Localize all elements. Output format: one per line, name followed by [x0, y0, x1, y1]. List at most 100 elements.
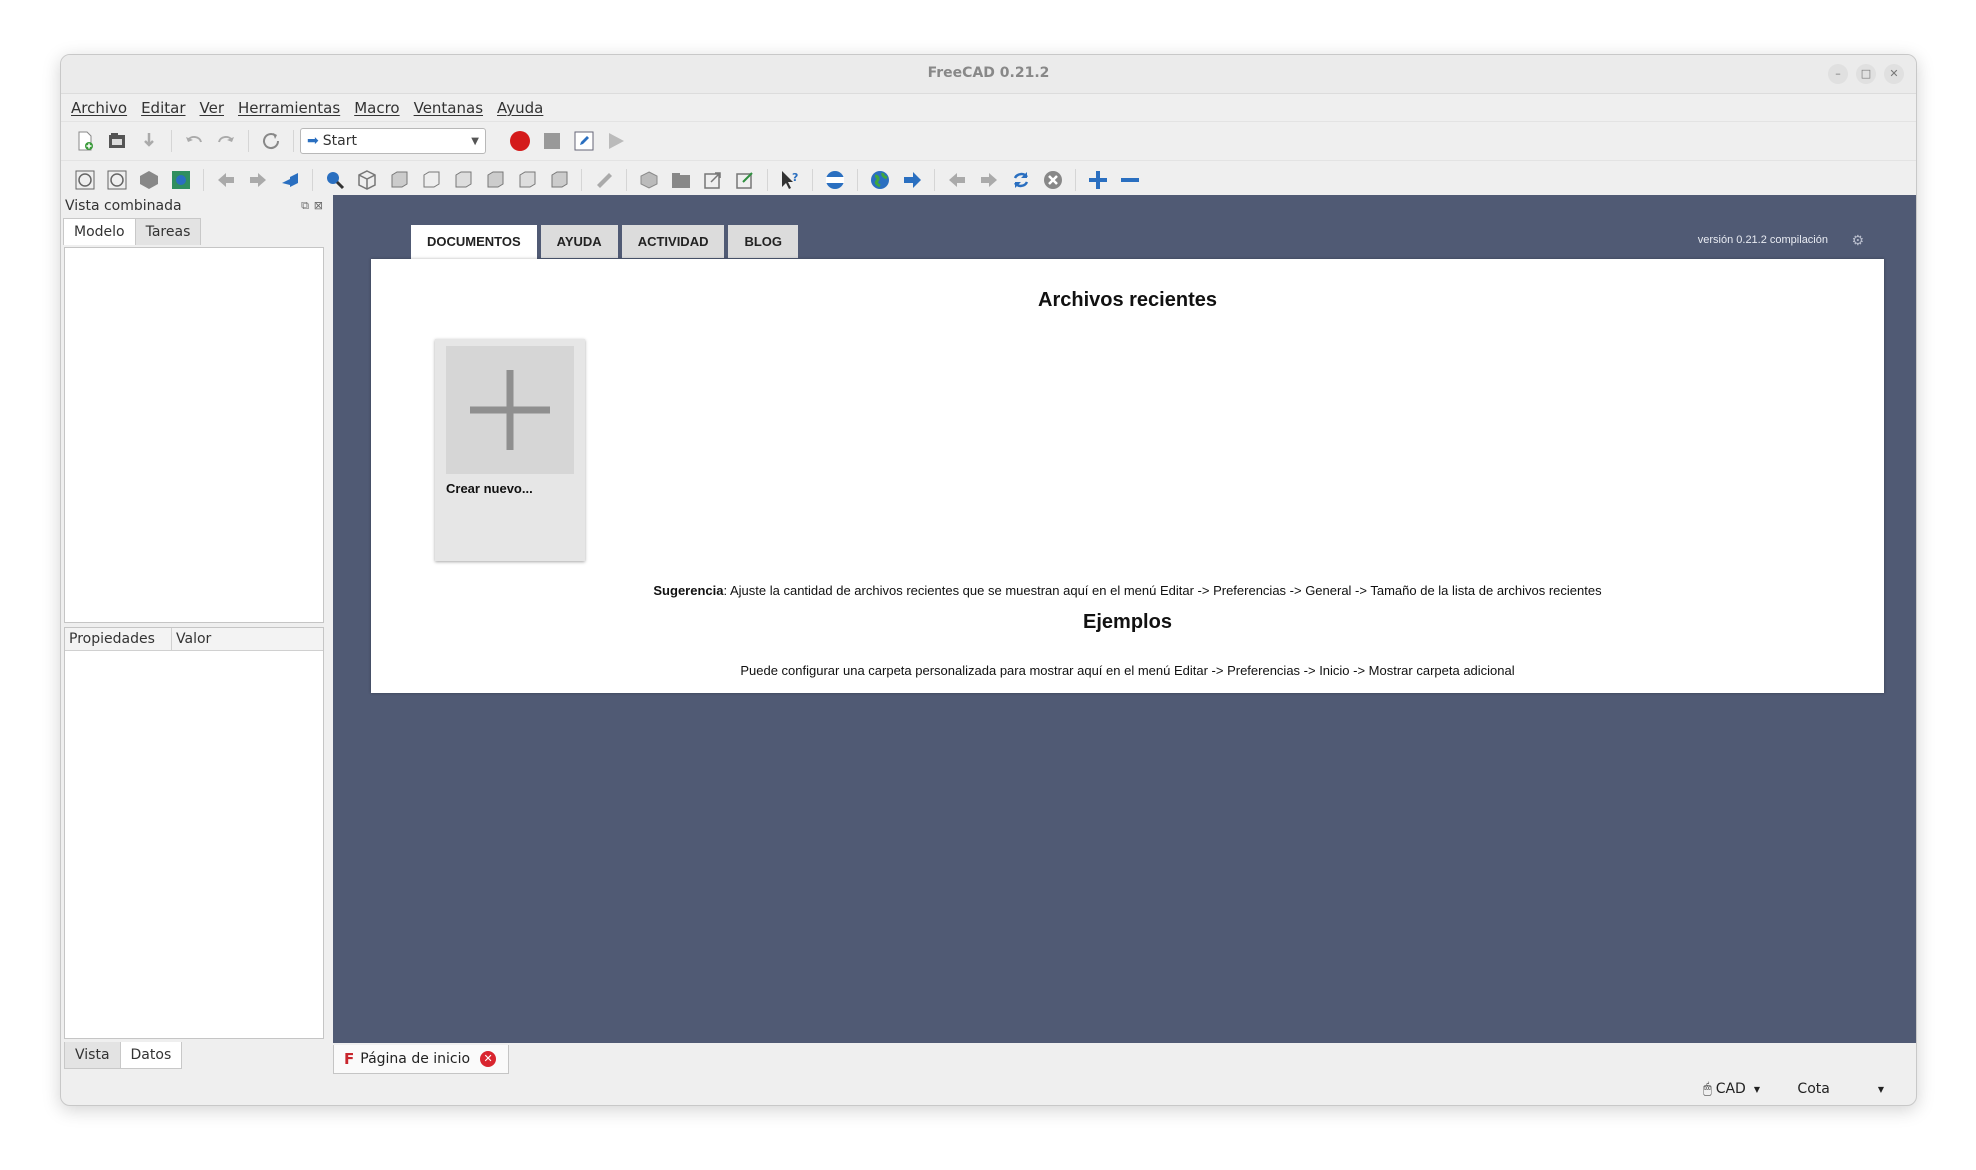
toolbar-separator: [626, 169, 627, 191]
fit-selection-icon[interactable]: [104, 167, 130, 193]
document-tab-label: Página de inicio: [360, 1051, 471, 1067]
forward-arrow-icon[interactable]: [245, 167, 271, 193]
units-selector[interactable]: Cota ▼: [1797, 1081, 1884, 1097]
bottom-view-icon[interactable]: [514, 167, 540, 193]
web-forward-icon[interactable]: [976, 167, 1002, 193]
examples-hint: Puede configurar una carpeta personaliza…: [740, 663, 1515, 678]
open-document-icon[interactable]: [104, 128, 130, 154]
model-tree[interactable]: [64, 247, 324, 623]
plus-icon: [446, 346, 574, 474]
arrow-right-icon: ➡: [307, 133, 319, 149]
create-part-icon[interactable]: [636, 167, 662, 193]
document-tab-start-page[interactable]: F Página de inicio ✕: [333, 1045, 510, 1074]
link-navigation-icon[interactable]: [277, 167, 303, 193]
redo-icon[interactable]: [213, 128, 239, 154]
menu-ver[interactable]: Ver: [200, 99, 225, 117]
globe-icon[interactable]: [867, 167, 893, 193]
menu-herramientas[interactable]: Herramientas: [238, 99, 340, 117]
toolbar-separator: [171, 130, 172, 152]
examples-title: Ejemplos: [1083, 611, 1172, 633]
close-window-button[interactable]: ✕: [1884, 64, 1904, 84]
combo-view-title: Vista combinada ⧉ ⊠: [61, 195, 327, 217]
create-new-card[interactable]: Crear nuevo...: [435, 339, 585, 561]
web-back-icon[interactable]: [944, 167, 970, 193]
bounding-box-icon[interactable]: [168, 167, 194, 193]
navigation-style-label: CAD: [1715, 1081, 1746, 1097]
minimize-button[interactable]: –: [1828, 64, 1848, 84]
menu-ventanas[interactable]: Ventanas: [414, 99, 483, 117]
right-view-icon[interactable]: [450, 167, 476, 193]
refresh-icon[interactable]: [258, 128, 284, 154]
new-document-icon[interactable]: [72, 128, 98, 154]
menu-bar: Archivo Editar Ver Herramientas Macro Ve…: [61, 94, 1916, 121]
web-stop-icon[interactable]: [1040, 167, 1066, 193]
fit-all-icon[interactable]: [72, 167, 98, 193]
web-navigation-icon[interactable]: [822, 167, 848, 193]
tab-modelo[interactable]: Modelo: [63, 218, 136, 245]
make-link-icon[interactable]: [700, 167, 726, 193]
tab-documentos[interactable]: DOCUMENTOS: [411, 225, 537, 259]
isometric-view-icon[interactable]: [354, 167, 380, 193]
freecad-window: FreeCAD 0.21.2 – □ ✕ Archivo Editar Ver …: [60, 54, 1917, 1106]
back-arrow-icon[interactable]: [213, 167, 239, 193]
navigation-style-selector[interactable]: 🖱 CAD ▼: [1703, 1081, 1760, 1097]
property-view-tabs: Vista Datos: [64, 1042, 183, 1069]
units-label: Cota: [1797, 1081, 1830, 1097]
column-valor[interactable]: Valor: [172, 628, 215, 650]
web-refresh-icon[interactable]: [1008, 167, 1034, 193]
tab-datos[interactable]: Datos: [119, 1042, 183, 1069]
toolbar-separator: [1075, 169, 1076, 191]
toolbar-separator: [581, 169, 582, 191]
edit-macro-icon[interactable]: [571, 128, 597, 154]
menu-ayuda[interactable]: Ayuda: [497, 99, 543, 117]
create-group-icon[interactable]: [668, 167, 694, 193]
front-view-icon[interactable]: [386, 167, 412, 193]
create-new-label: Crear nuevo...: [446, 481, 533, 496]
zoom-out-icon[interactable]: [1117, 167, 1143, 193]
svg-text:?: ?: [792, 171, 798, 184]
draw-style-icon[interactable]: [136, 167, 162, 193]
start-page-icon: F: [344, 1050, 355, 1068]
column-propiedades[interactable]: Propiedades: [65, 628, 172, 650]
arrow-right-icon[interactable]: [899, 167, 925, 193]
file-toolbar: ➡ Start ▼: [61, 121, 1916, 160]
maximize-button[interactable]: □: [1856, 64, 1876, 84]
version-label: versión 0.21.2 compilación: [1697, 234, 1828, 246]
rear-view-icon[interactable]: [482, 167, 508, 193]
tab-blog[interactable]: BLOG: [728, 225, 799, 258]
title-bar: FreeCAD 0.21.2 – □ ✕: [61, 55, 1916, 94]
tab-vista[interactable]: Vista: [64, 1042, 121, 1069]
left-view-icon[interactable]: [546, 167, 572, 193]
zoom-icon[interactable]: [322, 167, 348, 193]
run-macro-icon[interactable]: [603, 128, 629, 154]
menu-editar[interactable]: Editar: [141, 99, 185, 117]
toolbar-separator: [934, 169, 935, 191]
combo-view-tabs: Modelo Tareas: [61, 217, 327, 245]
property-editor[interactable]: Propiedades Valor: [64, 627, 324, 1039]
top-view-icon[interactable]: [418, 167, 444, 193]
zoom-in-icon[interactable]: [1085, 167, 1111, 193]
undock-icon[interactable]: ⧉: [301, 195, 309, 217]
window-title: FreeCAD 0.21.2: [927, 65, 1050, 81]
menu-archivo[interactable]: Archivo: [71, 99, 127, 117]
link-actions-icon[interactable]: [732, 167, 758, 193]
stop-macro-icon[interactable]: [539, 128, 565, 154]
hint-bold: Sugerencia: [653, 583, 724, 598]
menu-macro[interactable]: Macro: [354, 99, 399, 117]
close-tab-icon[interactable]: ✕: [480, 1051, 497, 1067]
save-icon[interactable]: [136, 128, 162, 154]
combo-view-title-text: Vista combinada: [65, 198, 182, 214]
tab-ayuda[interactable]: AYUDA: [540, 225, 618, 258]
whats-this-icon[interactable]: ?: [777, 167, 803, 193]
tab-actividad[interactable]: ACTIVIDAD: [621, 225, 725, 258]
undo-icon[interactable]: [181, 128, 207, 154]
toolbar-separator: [857, 169, 858, 191]
tab-tareas[interactable]: Tareas: [134, 218, 202, 245]
workbench-selector[interactable]: ➡ Start ▼: [300, 128, 486, 154]
documents-panel: Archivos recientes Crear nuevo... Sugere…: [371, 259, 1884, 693]
close-panel-icon[interactable]: ⊠: [314, 195, 323, 217]
recent-files-hint: Sugerencia: Ajuste la cantidad de archiv…: [371, 583, 1884, 598]
measure-icon[interactable]: [591, 167, 617, 193]
gear-icon[interactable]: ⚙: [1851, 233, 1864, 249]
record-macro-icon[interactable]: [507, 128, 533, 154]
